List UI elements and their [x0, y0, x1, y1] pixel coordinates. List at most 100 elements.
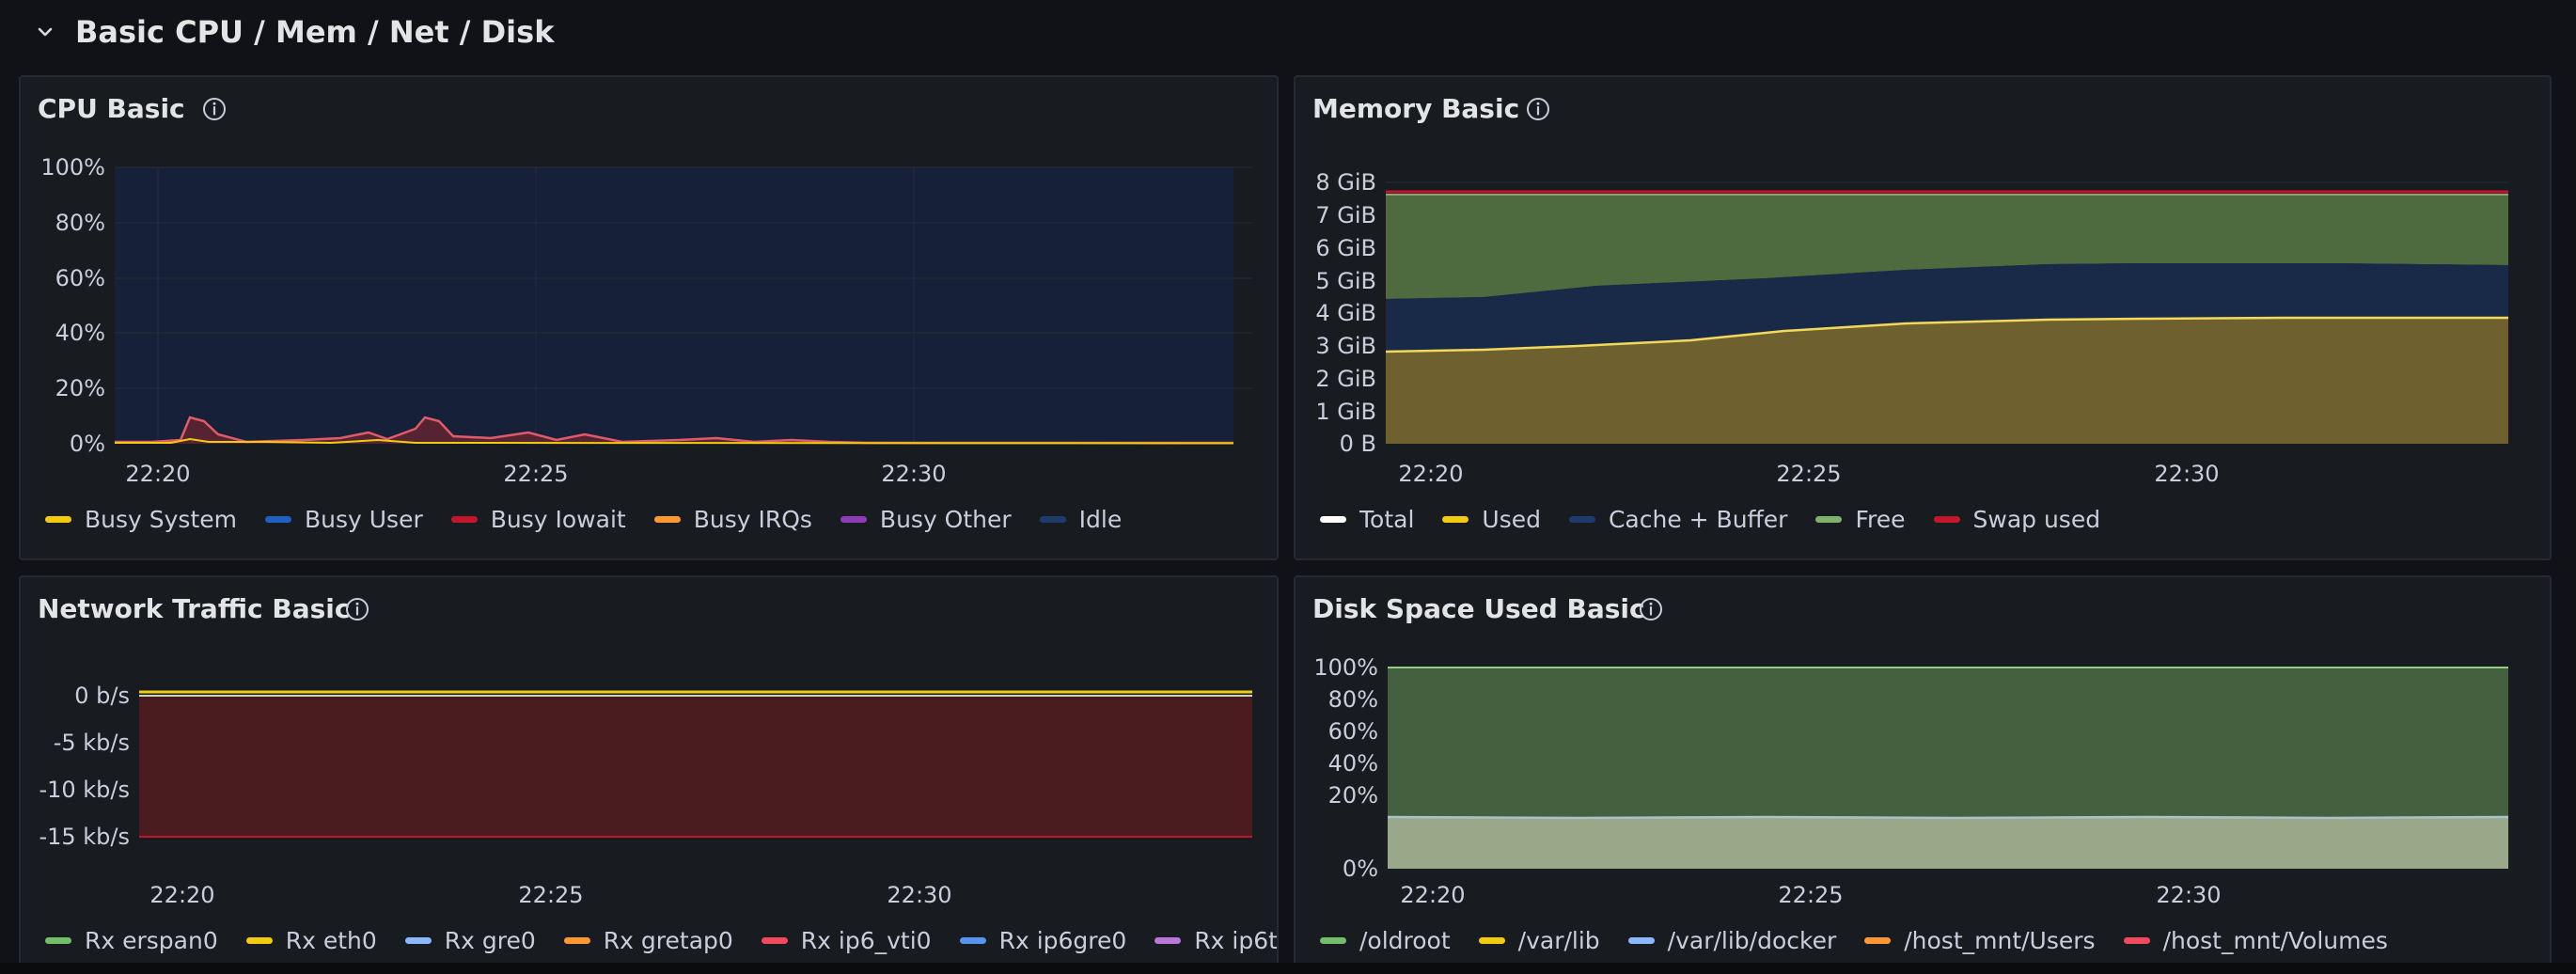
legend-label: Rx ip6_vti0	[800, 927, 932, 954]
disk-oldroot-area	[1388, 668, 2508, 837]
x-tick: 22:25	[1776, 461, 1841, 487]
legend-item[interactable]: Busy IRQs	[653, 506, 812, 533]
y-tick: 40%	[55, 320, 105, 346]
x-tick: 22:30	[2154, 461, 2219, 487]
y-tick: 60%	[55, 265, 105, 291]
legend-item[interactable]: Busy System	[45, 506, 237, 533]
legend-label: /host_mnt/Users	[1904, 927, 2096, 954]
legend-item[interactable]: Swap used	[1933, 506, 2101, 533]
legend-label: Busy Iowait	[490, 506, 626, 533]
y-tick: 4 GiB	[1315, 300, 1376, 326]
legend-swatch	[1864, 937, 1892, 944]
legend-label: /host_mnt/Volumes	[2162, 927, 2388, 954]
legend-label: /oldroot	[1359, 927, 1451, 954]
legend-label: Busy System	[85, 506, 237, 533]
legend-item[interactable]: Total	[1320, 506, 1414, 533]
disk-space-used-basic-panel[interactable]: Disk Space Used Basic 100% 80% 60% 40% 2…	[1294, 575, 2552, 974]
legend-swatch	[1478, 937, 1505, 944]
legend-swatch	[761, 937, 788, 944]
legend-label: Cache + Buffer	[1608, 506, 1788, 533]
legend-swatch	[840, 516, 867, 523]
y-tick: 2 GiB	[1315, 366, 1376, 392]
legend-swatch	[450, 516, 478, 523]
network-chart[interactable]: 0 b/s -5 kb/s -10 kb/s -15 kb/s 22:20 22…	[21, 577, 1279, 972]
legend-label: Rx gre0	[444, 927, 536, 954]
legend-item[interactable]: /var/lib	[1478, 927, 1600, 954]
legend-label: Idle	[1078, 506, 1123, 533]
legend-swatch	[1627, 937, 1655, 944]
x-tick: 22:30	[881, 461, 946, 487]
y-tick: -5 kb/s	[54, 730, 130, 756]
y-tick: 80%	[1328, 686, 1378, 713]
legend-item[interactable]: /oldroot	[1320, 927, 1451, 954]
y-tick: 7 GiB	[1315, 202, 1376, 228]
legend-swatch	[45, 937, 71, 944]
legend-item[interactable]: Rx gretap0	[563, 927, 733, 954]
y-tick: 20%	[1328, 782, 1378, 809]
y-tick: 100%	[40, 154, 105, 181]
legend-item[interactable]: Rx erspan0	[45, 927, 218, 954]
x-tick: 22:25	[1778, 882, 1843, 908]
legend-label: /var/lib/docker	[1667, 927, 1837, 954]
legend-item[interactable]: Used	[1442, 506, 1541, 533]
cpu-legend: Busy System Busy User Busy Iowait Busy IRQs…	[45, 506, 1150, 533]
row-header[interactable]: Basic CPU / Mem / Net / Disk	[0, 0, 2576, 66]
legend-item[interactable]: /host_mnt/Volumes	[2123, 927, 2388, 954]
legend-item[interactable]: Rx ip6gre0	[959, 927, 1126, 954]
network-rx-area	[139, 696, 1252, 837]
legend-item[interactable]: Cache + Buffer	[1568, 506, 1788, 533]
chevron-down-icon[interactable]	[34, 21, 56, 43]
legend-item[interactable]: /host_mnt/Users	[1864, 927, 2096, 954]
x-tick: 22:30	[2156, 882, 2221, 908]
cpu-basic-panel[interactable]: CPU Basic 100% 80% 60% 40% 20% 0% 22:20 …	[19, 75, 1279, 560]
bottom-bar	[0, 963, 2576, 974]
y-tick: -15 kb/s	[39, 824, 130, 850]
legend-swatch	[959, 937, 986, 944]
legend-item[interactable]: Busy Other	[840, 506, 1012, 533]
legend-item[interactable]: Busy Iowait	[450, 506, 626, 533]
legend-item[interactable]: Rx ip6_vti0	[761, 927, 932, 954]
x-tick: 22:25	[503, 461, 568, 487]
legend-item[interactable]: Idle	[1039, 506, 1123, 533]
legend-label: Rx erspan0	[85, 927, 218, 954]
x-tick: 22:25	[518, 882, 583, 908]
legend-swatch	[1442, 516, 1469, 523]
memory-chart[interactable]: 8 GiB 7 GiB 6 GiB 5 GiB 4 GiB 3 GiB 2 Gi…	[1296, 77, 2552, 500]
legend-swatch	[2123, 937, 2150, 944]
legend-swatch	[563, 937, 590, 944]
y-tick: 1 GiB	[1315, 399, 1376, 425]
disk-docker-area	[1388, 817, 2508, 869]
disk-chart[interactable]: 100% 80% 60% 40% 20% 0% 22:20 22:25 22:3…	[1296, 577, 2552, 972]
legend-swatch	[245, 937, 273, 944]
legend-swatch	[1933, 516, 1960, 523]
y-tick: 0%	[1343, 856, 1378, 882]
cpu-chart[interactable]: 100% 80% 60% 40% 20% 0% 22:20 22:25 22:3…	[21, 77, 1279, 500]
network-traffic-basic-panel[interactable]: Network Traffic Basic 0 b/s -5 kb/s -10 …	[19, 575, 1279, 974]
y-tick: 20%	[55, 375, 105, 401]
legend-label: Rx gretap0	[603, 927, 733, 954]
legend-swatch	[404, 937, 432, 944]
y-tick: 40%	[1328, 750, 1378, 777]
row-title: Basic CPU / Mem / Net / Disk	[75, 14, 555, 50]
legend-label: Swap used	[1972, 506, 2101, 533]
memory-legend: Total Used Cache + Buffer Free Swap used	[1320, 506, 2128, 533]
legend-item[interactable]: Rx ip6tnl0	[1154, 927, 1278, 954]
legend-item[interactable]: /var/lib/docker	[1627, 927, 1837, 954]
legend-swatch	[1568, 516, 1595, 523]
y-tick: 0%	[70, 431, 105, 457]
legend-item[interactable]: Rx gre0	[404, 927, 536, 954]
disk-legend: /oldroot/var/lib/var/lib/docker/host_mnt…	[1320, 927, 2416, 954]
y-tick: 80%	[55, 210, 105, 236]
legend-label: Free	[1855, 506, 1906, 533]
legend-swatch	[45, 516, 71, 523]
legend-item[interactable]: Rx eth0	[245, 927, 377, 954]
legend-label: Rx ip6tnl0	[1194, 927, 1278, 954]
legend-item[interactable]: Busy User	[265, 506, 423, 533]
x-tick: 22:20	[125, 461, 190, 487]
legend-swatch	[265, 516, 291, 523]
memory-basic-panel[interactable]: Memory Basic 8 GiB 7 GiB 6 GiB 5 GiB 4 G…	[1294, 75, 2552, 560]
x-tick: 22:30	[887, 882, 951, 908]
legend-item[interactable]: Free	[1815, 506, 1906, 533]
legend-label: /var/lib	[1517, 927, 1600, 954]
y-tick: 3 GiB	[1315, 333, 1376, 359]
